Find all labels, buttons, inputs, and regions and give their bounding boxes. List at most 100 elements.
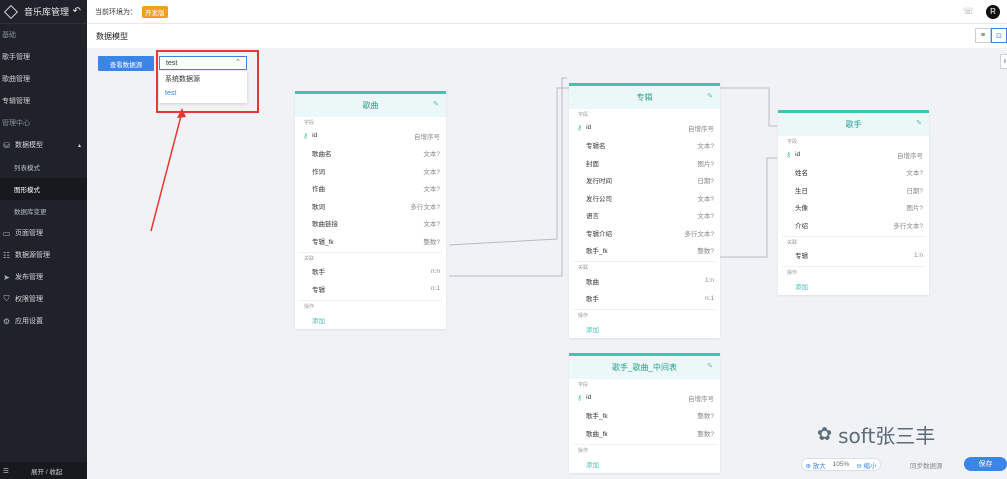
field-row[interactable]: 发行公司 文本?: [569, 189, 720, 207]
field-name: 作曲: [312, 186, 325, 194]
field-row[interactable]: 专辑 n:1: [295, 280, 446, 298]
edit-icon[interactable]: ✎: [916, 119, 922, 127]
entity-card-singer[interactable]: 歌手 ✎ 字段 ⚷ id 自增序号 姓名 文本? 生日 日期? 头像 图片? 介绍 多行文本? 关联 专辑 1:…: [778, 110, 929, 295]
add-field-link[interactable]: 添加: [569, 455, 720, 473]
sidebar-item-permissions[interactable]: ⛉ 权限管理: [0, 288, 87, 310]
edit-icon[interactable]: ✎: [707, 92, 713, 100]
field-row[interactable]: 专辑 1:n: [778, 247, 929, 265]
sidebar-item-label: 列表模式: [14, 165, 40, 172]
field-row[interactable]: 生日 日期?: [778, 181, 929, 199]
sidebar-item-pages[interactable]: ▭ 页面管理: [0, 222, 87, 244]
add-field-link[interactable]: 添加: [778, 277, 929, 295]
zoom-out-button[interactable]: ⊖ 缩小: [856, 460, 876, 470]
annotation-highlight-box: [156, 50, 259, 113]
model-canvas[interactable]: 查看数据源 test ⌃ 系统数据源 test 歌曲 ✎ 字段 ⚷ id 自增序号 歌曲名文…: [87, 48, 1007, 479]
entity-card-singer-song-join[interactable]: 歌手_歌曲_中间表 ✎ 字段 ⚷ id 自增序号 歌手_fk 整数? 歌曲_fk 整数? 操作 添加: [569, 353, 720, 473]
field-row[interactable]: 专辑介绍 多行文本?: [569, 224, 720, 242]
section-label: 字段: [787, 139, 798, 145]
entity-card-song[interactable]: 歌曲 ✎ 字段 ⚷ id 自增序号 歌曲名 文本? 作词 文本? 作曲 文本? 歌词 多行文本? 歌曲链接文…: [295, 91, 446, 329]
field-row[interactable]: 歌曲链接 文本?: [295, 215, 446, 233]
field-type: n:1: [704, 294, 714, 302]
add-field-link[interactable]: 添加: [569, 320, 720, 338]
edit-icon[interactable]: ✎: [433, 100, 439, 108]
sync-datasource-link[interactable]: 同步数据源: [910, 460, 943, 470]
field-row[interactable]: 语言 文本?: [569, 207, 720, 225]
field-name: 歌词: [312, 203, 325, 211]
field-row[interactable]: 歌手_fk 整数?: [569, 242, 720, 260]
field-row[interactable]: 发行时间 日期?: [569, 172, 720, 190]
field-type: 图片?: [697, 160, 714, 168]
field-row[interactable]: 歌曲名 文本?: [295, 145, 446, 163]
section-divider: [299, 251, 442, 253]
edit-icon[interactable]: ✎: [707, 362, 713, 370]
field-type: 文本?: [697, 213, 714, 221]
field-row[interactable]: 专辑名 文本?: [569, 137, 720, 155]
section-label: 字段: [578, 112, 589, 118]
key-icon: ⚷: [786, 151, 792, 159]
back-icon[interactable]: ↶: [73, 6, 81, 17]
field-row[interactable]: 歌词 多行文本?: [295, 197, 446, 215]
field-row[interactable]: 封面 图片?: [569, 154, 720, 172]
topbar: 当前环境为： 开发版 ☏ R: [87, 0, 1007, 24]
sidebar-item-publish[interactable]: ➤ 发布管理: [0, 266, 87, 288]
list-view-icon[interactable]: ≡: [975, 28, 991, 43]
field-name: 姓名: [795, 170, 808, 178]
field-row[interactable]: 作曲 文本?: [295, 180, 446, 198]
field-row[interactable]: 介绍 多行文本?: [778, 216, 929, 234]
field-type: 自增序号: [414, 133, 440, 141]
field-name: id: [795, 151, 801, 159]
chat-icon[interactable]: ☏: [963, 6, 974, 17]
watermark-text: soft张三丰: [838, 424, 936, 448]
field-row[interactable]: 歌曲_fk 整数?: [569, 424, 720, 442]
zoom-in-label: 放大: [812, 462, 826, 470]
field-row[interactable]: 歌曲 1:n: [569, 272, 720, 290]
sidebar-group-basic: 基础: [2, 32, 16, 39]
page-header: 数据模型 ≡ ⊡: [87, 24, 1007, 48]
field-row[interactable]: ⚷ id 自增序号: [295, 127, 446, 145]
field-type: 多行文本?: [684, 230, 714, 238]
field-row[interactable]: 作词 文本?: [295, 162, 446, 180]
field-row[interactable]: ⚷ id 自增序号: [569, 389, 720, 407]
side-panel-toggle[interactable]: ı: [1000, 54, 1007, 69]
field-name: 专辑_fk: [312, 238, 334, 246]
sidebar-item-db-changes[interactable]: 数据库变更: [0, 200, 87, 222]
sidebar-item-list-mode[interactable]: 列表模式: [0, 156, 87, 178]
avatar[interactable]: R: [986, 4, 1000, 19]
field-type: 整数?: [423, 238, 440, 246]
add-field-link[interactable]: 添加: [295, 311, 446, 329]
field-type: n:n: [430, 267, 440, 275]
zoom-percent: 105%: [832, 461, 850, 468]
sidebar-item-datasource[interactable]: ☷ 数据源管理: [0, 244, 87, 266]
entity-title: 专辑: [636, 93, 653, 102]
sidebar-item-graph-mode[interactable]: 图形模式: [0, 178, 87, 200]
field-type: 文本?: [697, 195, 714, 203]
sidebar-item-albums[interactable]: 专辑管理: [0, 90, 87, 112]
entity-header: 专辑 ✎: [569, 86, 720, 109]
field-type: 文本?: [423, 151, 440, 159]
entity-header: 歌手_歌曲_中间表 ✎: [569, 356, 720, 379]
graph-view-icon[interactable]: ⊡: [991, 28, 1007, 43]
sidebar-item-singers[interactable]: 歌手管理: [0, 46, 87, 68]
field-type: n:1: [430, 285, 440, 293]
sidebar-item-data-model[interactable]: ⛁ 数据模型 ▴: [0, 134, 87, 156]
field-name: 专辑: [312, 286, 325, 294]
section-label: 关联: [578, 265, 589, 271]
sidebar-collapse-toggle[interactable]: ☰ 展开 / 收起: [0, 462, 87, 479]
field-row[interactable]: 歌手 n:1: [569, 290, 720, 308]
entity-title: 歌手_歌曲_中间表: [612, 363, 677, 372]
field-row[interactable]: 姓名 文本?: [778, 164, 929, 182]
save-button[interactable]: 保存: [964, 457, 1007, 471]
sidebar-item-songs[interactable]: 歌曲管理: [0, 68, 87, 90]
field-row[interactable]: 歌手 n:n: [295, 263, 446, 281]
entity-card-album[interactable]: 专辑 ✎ 字段 ⚷ id 自增序号 专辑名 文本? 封面 图片? 发行时间 日期? 发行公司 文本? 语言文…: [569, 83, 720, 338]
field-type: 自增序号: [688, 395, 714, 403]
field-row[interactable]: 歌手_fk 整数?: [569, 407, 720, 425]
field-row[interactable]: ⚷ id 自增序号: [778, 146, 929, 164]
sidebar-item-app-settings[interactable]: ⚙ 应用设置: [0, 310, 87, 332]
field-type: 文本?: [906, 170, 923, 178]
field-row[interactable]: 专辑_fk 整数?: [295, 232, 446, 250]
field-row[interactable]: ⚷ id 自增序号: [569, 119, 720, 137]
view-datasource-button[interactable]: 查看数据源: [98, 56, 154, 71]
zoom-in-button[interactable]: ⊕ 放大: [805, 460, 825, 470]
field-row[interactable]: 头像 图片?: [778, 199, 929, 217]
